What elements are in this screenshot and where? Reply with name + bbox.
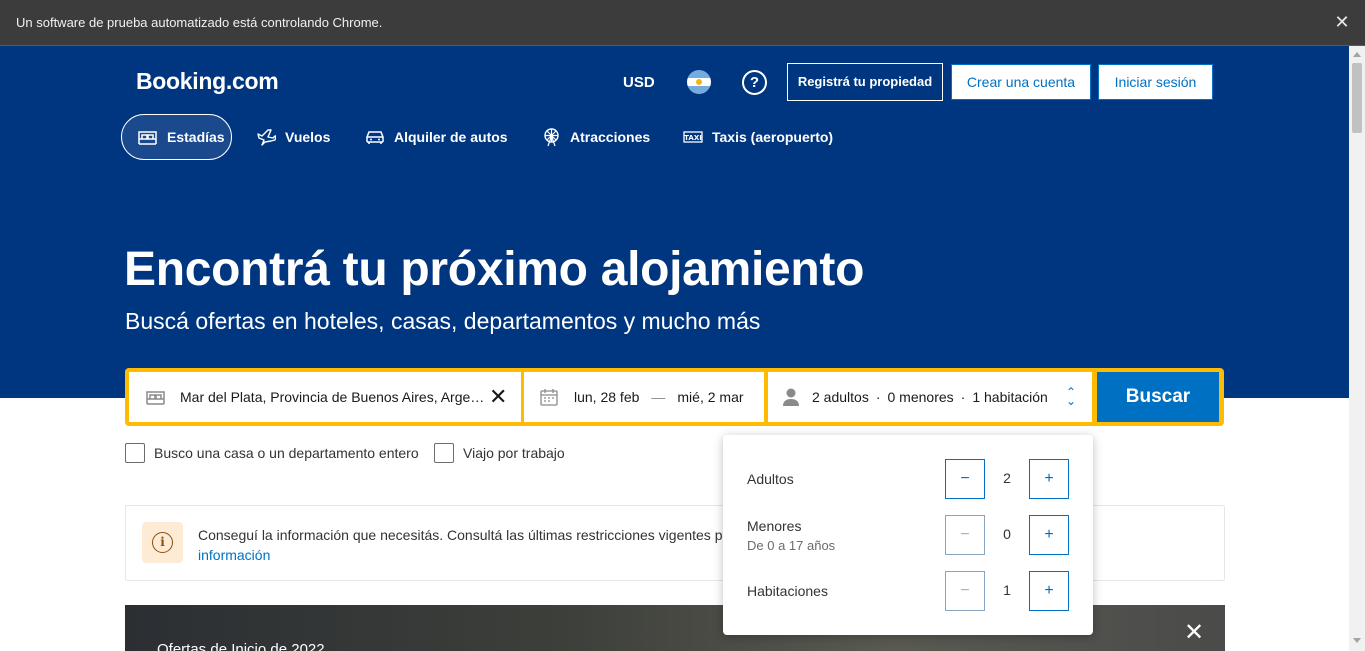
nav-flights-label: Vuelos xyxy=(285,129,331,145)
search-bar: Mar del Plata, Provincia de Buenos Aires… xyxy=(125,368,1224,426)
up-down-chevron-icon: ⌃ ⌄ xyxy=(1066,385,1077,408)
currency-selector[interactable]: USD xyxy=(623,74,655,91)
taxi-icon: TAXI xyxy=(683,131,703,143)
car-icon xyxy=(366,131,384,144)
login-button[interactable]: Iniciar sesión xyxy=(1098,64,1213,100)
bed-icon xyxy=(146,391,165,405)
adults-count: 2 xyxy=(1003,470,1011,486)
promo-label: Ofertas de Inicio de 2022 xyxy=(157,641,325,651)
argentina-flag-icon[interactable] xyxy=(687,70,711,94)
nav-flights[interactable]: Vuelos xyxy=(256,114,330,160)
info-icon: i xyxy=(152,532,173,553)
info-link[interactable]: información xyxy=(198,547,270,563)
hero-subtitle: Buscá ofertas en hoteles, casas, departa… xyxy=(125,308,761,334)
ferris-wheel-icon xyxy=(544,128,559,147)
nav-car-rental-label: Alquiler de autos xyxy=(394,129,508,145)
info-text: Conseguí la información que necesitás. C… xyxy=(198,527,735,543)
adults-decrement-button[interactable]: − xyxy=(945,459,985,499)
nav-stays[interactable]: Estadías xyxy=(121,114,232,160)
info-icon-box: i xyxy=(142,522,183,563)
nav-airport-taxis-label: Taxis (aeropuerto) xyxy=(712,129,834,145)
svg-text:TAXI: TAXI xyxy=(684,134,702,142)
nav-attractions[interactable]: Atracciones xyxy=(542,114,650,160)
adults-row: Adultos − 2 + xyxy=(723,457,1093,499)
plane-icon xyxy=(257,129,276,146)
rooms-count: 1 xyxy=(1003,582,1011,598)
work-travel-checkbox[interactable]: Viajo por trabajo xyxy=(434,443,565,463)
booking-logo[interactable]: Booking.com xyxy=(136,68,279,95)
rooms-row: Habitaciones − 1 + xyxy=(723,569,1093,611)
list-property-button[interactable]: Registrá tu propiedad xyxy=(787,63,943,101)
rooms-label: Habitaciones xyxy=(747,583,828,599)
promo-close-icon[interactable]: ✕ xyxy=(1184,621,1204,645)
flag-sun xyxy=(696,79,702,85)
rooms-increment-button[interactable]: + xyxy=(1029,571,1069,611)
date-separator: — xyxy=(651,389,666,405)
guests-field[interactable]: 2 adultos · 0 menores · 1 habitación ⌃ ⌄ xyxy=(768,372,1092,422)
page-scrollbar[interactable] xyxy=(1349,46,1365,651)
adults-increment-button[interactable]: + xyxy=(1029,459,1069,499)
destination-input[interactable]: Mar del Plata, Provincia de Buenos Aires… xyxy=(180,389,485,405)
children-label: Menores xyxy=(747,518,802,534)
search-button[interactable]: Buscar xyxy=(1097,372,1219,422)
calendar-icon xyxy=(540,389,558,406)
separator-dot: · xyxy=(960,389,966,405)
destination-field[interactable]: Mar del Plata, Provincia de Buenos Aires… xyxy=(129,372,521,422)
children-summary: 0 menores xyxy=(887,389,954,405)
entire-home-label: Busco una casa o un departamento entero xyxy=(154,445,419,461)
adults-summary: 2 adultos xyxy=(812,389,869,405)
hero-title: Encontrá tu próximo alojamiento xyxy=(124,243,865,296)
children-sublabel: De 0 a 17 años xyxy=(747,538,836,553)
checkbox-box[interactable] xyxy=(125,443,145,463)
children-count: 0 xyxy=(1003,526,1011,542)
rooms-decrement-button[interactable]: − xyxy=(945,571,985,611)
clear-destination-icon[interactable]: ✕ xyxy=(489,386,507,408)
separator-dot: · xyxy=(875,389,881,405)
nav-airport-taxis[interactable]: TAXI Taxis (aeropuerto) xyxy=(683,114,833,160)
adults-label: Adultos xyxy=(747,471,794,487)
automation-infobar: Un software de prueba automatizado está … xyxy=(0,0,1365,46)
page: Un software de prueba automatizado está … xyxy=(0,0,1365,651)
register-button[interactable]: Crear una cuenta xyxy=(951,64,1091,100)
bed-icon xyxy=(138,131,157,145)
infobar-close-icon[interactable]: ✕ xyxy=(1332,12,1352,32)
dates-field[interactable]: lun, 28 feb — mié, 2 mar xyxy=(524,372,764,422)
work-travel-label: Viajo por trabajo xyxy=(463,445,565,461)
hero-section: Booking.com USD ? Registrá tu propiedad … xyxy=(0,46,1349,398)
scroll-down-icon[interactable] xyxy=(1353,638,1361,643)
rooms-summary: 1 habitación xyxy=(972,389,1048,405)
entire-home-checkbox[interactable]: Busco una casa o un departamento entero xyxy=(125,443,419,463)
nav-attractions-label: Atracciones xyxy=(570,129,651,145)
children-row: Menores De 0 a 17 años − 0 + xyxy=(723,513,1093,555)
scroll-up-icon[interactable] xyxy=(1353,52,1361,57)
infobar-message: Un software de prueba automatizado está … xyxy=(16,15,383,30)
children-decrement-button[interactable]: − xyxy=(945,515,985,555)
checkin-date[interactable]: lun, 28 feb xyxy=(574,389,639,405)
checkout-date[interactable]: mié, 2 mar xyxy=(677,389,743,405)
nav-stays-label: Estadías xyxy=(167,129,225,145)
children-increment-button[interactable]: + xyxy=(1029,515,1069,555)
help-icon[interactable]: ? xyxy=(742,70,767,95)
checkbox-box[interactable] xyxy=(434,443,454,463)
scrollbar-thumb[interactable] xyxy=(1352,63,1362,133)
person-icon xyxy=(783,388,799,406)
guests-popup: Adultos − 2 + Menores De 0 a 17 años − 0… xyxy=(723,435,1093,635)
nav-car-rental[interactable]: Alquiler de autos xyxy=(365,114,508,160)
